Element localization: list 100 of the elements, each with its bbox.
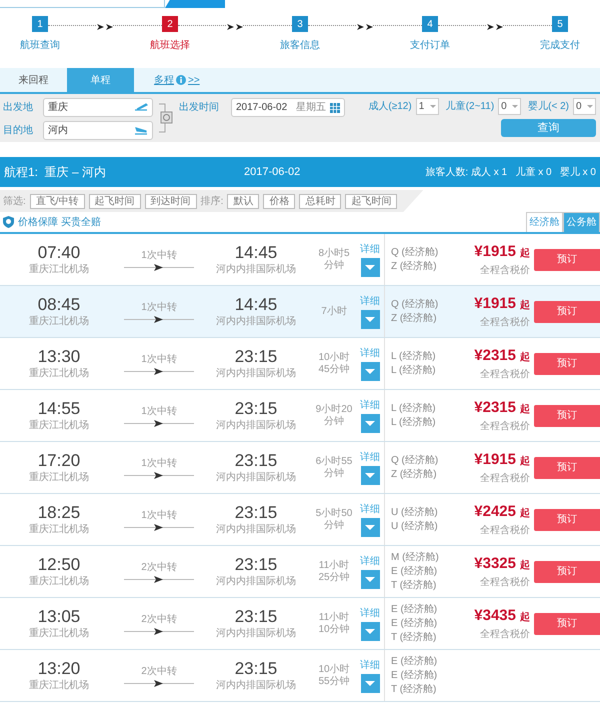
expand-button[interactable]: [360, 466, 380, 485]
cabin-tab[interactable]: 公务舱: [563, 212, 600, 232]
step-label: 航班选择: [150, 38, 190, 53]
book-button[interactable]: 预订: [534, 612, 600, 634]
passenger-label: 儿童(2~11): [446, 100, 494, 114]
arrival-airport: 河内内排国际机场: [216, 314, 296, 328]
itinerary-date: 2017-06-02: [244, 164, 300, 180]
flight-row[interactable]: 14:55 重庆江北机场 1次中转 23:15 河内内排国际机场 9小时20分钟 详细 L (经济舱) L (经济舱) ¥2315 起 全程含税价 预订: [0, 390, 600, 442]
filter-button[interactable]: 到达时间: [144, 194, 197, 208]
trip-tab[interactable]: 来回程: [0, 68, 67, 92]
origin-field[interactable]: 重庆: [43, 98, 153, 117]
trip-link[interactable]: 多程 >>: [148, 68, 206, 92]
duration: 11小时10分钟: [317, 612, 351, 636]
cabin-class: Q (经济舱): [391, 298, 440, 310]
filter-button[interactable]: 起飞时间: [88, 194, 141, 208]
expand-button[interactable]: [360, 518, 380, 537]
step-number: 4: [422, 16, 438, 32]
departure-time: 08:45: [38, 294, 80, 314]
expand-button[interactable]: [360, 258, 380, 277]
passenger-select[interactable]: 0: [573, 98, 596, 115]
details-link[interactable]: 详细: [360, 450, 380, 465]
flight-row[interactable]: 13:05 重庆江北机场 2次中转 23:15 河内内排国际机场 11小时10分钟 详细 E (经济舱) E (经济舱) T (经济舱) ¥3435 起 全程含税价 预订: [0, 598, 600, 650]
caret-icon: [365, 317, 375, 322]
details-link[interactable]: 详细: [360, 554, 380, 569]
flight-row[interactable]: 13:30 重庆江北机场 1次中转 23:15 河内内排国际机场 10小时45分钟 详细 L (经济舱) L (经济舱) ¥2315 起 全程含税价 预订: [0, 338, 600, 390]
cabin-class: Z (经济舱): [391, 468, 438, 480]
step-number: 5: [552, 16, 568, 32]
price-suffix: 起: [520, 350, 530, 365]
book-button[interactable]: 预订: [534, 404, 600, 426]
duration: 9小时20分钟: [314, 404, 354, 428]
cabin-tab[interactable]: 经济舱: [526, 212, 563, 232]
date-field[interactable]: 2017-06-02 星期五: [231, 98, 345, 117]
departure-airport: 重庆江北机场: [29, 262, 89, 276]
calendar-icon: [330, 102, 340, 112]
book-button[interactable]: 预订: [534, 352, 600, 374]
sort-button[interactable]: 价格: [263, 194, 296, 208]
flight-row[interactable]: 13:20 重庆江北机场 2次中转 23:15 河内内排国际机场 10小时55分钟 详细 E (经济舱) E (经济舱) T (经济舱): [0, 650, 600, 702]
stops-label: 1次中转: [141, 248, 177, 262]
arrival-time: 23:15: [234, 398, 278, 418]
details-link[interactable]: 详细: [360, 658, 380, 673]
stops-label: 1次中转: [141, 404, 177, 418]
expand-button[interactable]: [360, 310, 380, 329]
takeoff-icon: [134, 102, 148, 113]
departure-time: 18:25: [38, 502, 80, 522]
arrival-airport: 河内内排国际机场: [216, 366, 296, 380]
trip-tab[interactable]: 单程: [67, 68, 134, 92]
expand-button[interactable]: [360, 674, 380, 693]
details-link[interactable]: 详细: [360, 294, 380, 309]
departure-airport: 重庆江北机场: [29, 522, 89, 536]
caret-icon: [512, 105, 518, 108]
arrival-airport: 河内内排国际机场: [216, 574, 296, 588]
landing-icon: [134, 125, 148, 136]
caret-icon: [365, 473, 375, 478]
search-button[interactable]: 查询: [501, 119, 596, 137]
details-link[interactable]: 详细: [360, 502, 380, 517]
book-button[interactable]: 预订: [534, 456, 600, 478]
cabin-class: T (经济舱): [391, 684, 438, 696]
details-link[interactable]: 详细: [360, 606, 380, 621]
sort-button[interactable]: 总耗时: [299, 194, 342, 208]
details-link[interactable]: 详细: [360, 242, 380, 257]
sort-button[interactable]: 起飞时间: [345, 194, 398, 208]
details-link[interactable]: 详细: [360, 346, 380, 361]
step-number: 1: [32, 16, 48, 32]
plane-arrow-icon: [124, 366, 194, 376]
flight-row[interactable]: 17:20 重庆江北机场 1次中转 23:15 河内内排国际机场 6小时55分钟 详细 Q (经济舱) Z (经济舱) ¥1915 起 全程含税价 预订: [0, 442, 600, 494]
departure-airport: 重庆江北机场: [29, 418, 89, 432]
passenger-select[interactable]: 0: [498, 98, 522, 115]
departure-time: 17:20: [38, 450, 80, 470]
details-link[interactable]: 详细: [360, 398, 380, 413]
passenger-select[interactable]: 1: [416, 98, 439, 115]
flight-row[interactable]: 12:50 重庆江北机场 2次中转 23:15 河内内排国际机场 11小时25分钟 详细 M (经济舱) E (经济舱) T (经济舱) ¥3325 起 全程含税价 预订: [0, 546, 600, 598]
flight-row[interactable]: 18:25 重庆江北机场 1次中转 23:15 河内内排国际机场 5小时50分钟 详细 U (经济舱) U (经济舱) ¥2425 起 全程含税价 预订: [0, 494, 600, 546]
price: ¥1915: [474, 450, 516, 470]
passenger-count: 旅客人数: 成人 x 1 儿童 x 0 婴儿 x 0: [425, 166, 596, 180]
expand-button[interactable]: [360, 622, 380, 641]
step-label: 旅客信息: [280, 38, 320, 53]
arrows-drawing: [97, 23, 113, 31]
step-number: 3: [292, 16, 308, 32]
duration: 11小时25分钟: [317, 560, 351, 584]
cabin-class: T (经济舱): [391, 632, 438, 644]
expand-button[interactable]: [360, 362, 380, 381]
destination-field[interactable]: 河内: [43, 121, 153, 140]
duration: 10小时45分钟: [317, 352, 351, 376]
cabin-class: E (经济舱): [391, 656, 438, 668]
field-label: 出发地: [3, 100, 34, 115]
book-button[interactable]: 预订: [534, 248, 600, 270]
price-note: 全程含税价: [480, 629, 530, 640]
swap-icon: [159, 101, 173, 135]
book-button[interactable]: 预订: [534, 560, 600, 582]
arrival-airport: 河内内排国际机场: [216, 470, 296, 484]
book-button[interactable]: 预订: [534, 508, 600, 530]
arrival-airport: 河内内排国际机场: [216, 678, 296, 692]
sort-button[interactable]: 默认: [227, 194, 260, 208]
filter-button[interactable]: 直飞/中转: [30, 194, 85, 208]
price: ¥3435: [474, 606, 516, 626]
expand-button[interactable]: [360, 414, 380, 433]
flight-row[interactable]: 08:45 重庆江北机场 1次中转 14:45 河内内排国际机场 7小时 详细 Q (经济舱) Z (经济舱) ¥1915 起 全程含税价 预订: [0, 286, 600, 338]
expand-button[interactable]: [360, 570, 380, 589]
caret-icon: [365, 629, 375, 634]
book-button[interactable]: 预订: [534, 300, 600, 322]
